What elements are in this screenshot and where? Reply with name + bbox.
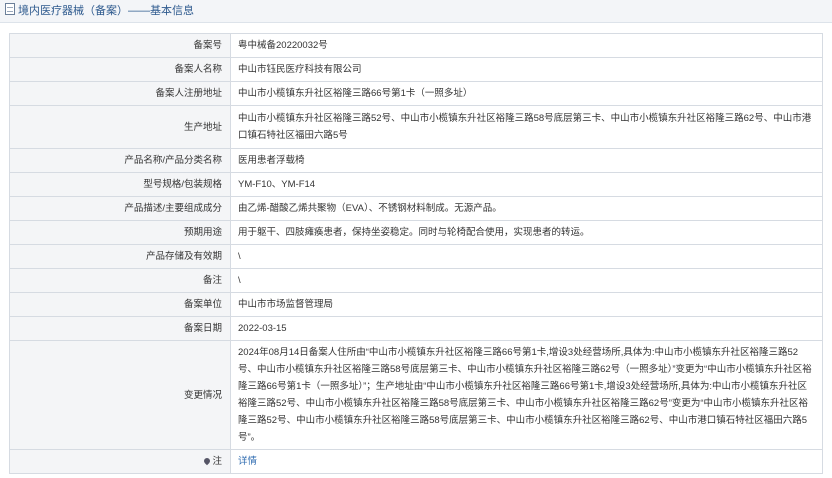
table-row-storage-validity: 产品存储及有效期 \	[9, 244, 823, 269]
table-row-model-spec: 型号规格/包装规格 YM-F10、YM-F14	[9, 172, 823, 197]
row-value: 粤中械备20220032号	[230, 33, 823, 58]
row-label: 变更情况	[9, 340, 231, 450]
row-value: \	[230, 244, 823, 269]
row-label: 备注	[9, 268, 231, 293]
table-row-description: 产品描述/主要组成成分 由乙烯-醋酸乙烯共聚物（EVA）、不锈钢材料制成。无源产…	[9, 196, 823, 221]
row-label: 备案号	[9, 33, 231, 58]
page-title: 境内医疗器械（备案）——基本信息	[18, 5, 194, 17]
row-value: 详情	[230, 449, 823, 474]
row-label: 产品存储及有效期	[9, 244, 231, 269]
row-label: 注	[9, 449, 231, 474]
row-value: 中山市小榄镇东升社区裕隆三路52号、中山市小榄镇东升社区裕隆三路58号底层第三卡…	[230, 105, 823, 149]
row-label: 生产地址	[9, 105, 231, 149]
row-value: 中山市钰民医疗科技有限公司	[230, 57, 823, 82]
row-value: 2024年08月14日备案人住所由“中山市小榄镇东升社区裕隆三路66号第1卡,增…	[230, 340, 823, 450]
table-row-product-name: 产品名称/产品分类名称 医用患者浮载椅	[9, 148, 823, 173]
row-value: \	[230, 268, 823, 293]
table-row-filing-date: 备案日期 2022-03-15	[9, 316, 823, 341]
row-label: 备案人名称	[9, 57, 231, 82]
table-row-registrant-name: 备案人名称 中山市钰民医疗科技有限公司	[9, 57, 823, 82]
row-label: 备案单位	[9, 292, 231, 317]
table-row-record-number: 备案号 粤中械备20220032号	[9, 33, 823, 58]
table-row-filing-unit: 备案单位 中山市市场监督管理局	[9, 292, 823, 317]
note-label: 注	[212, 456, 222, 467]
location-pin-icon	[203, 456, 212, 466]
row-label: 预期用途	[9, 220, 231, 245]
page-header: 境内医疗器械（备案）——基本信息	[0, 0, 832, 23]
row-value: 由乙烯-醋酸乙烯共聚物（EVA）、不锈钢材料制成。无源产品。	[230, 196, 823, 221]
info-table-container: 备案号 粤中械备20220032号 备案人名称 中山市钰民医疗科技有限公司 备案…	[9, 33, 823, 474]
row-value: 2022-03-15	[230, 316, 823, 341]
row-value: 中山市市场监督管理局	[230, 292, 823, 317]
row-label: 备案日期	[9, 316, 231, 341]
table-row-remarks: 备注 \	[9, 268, 823, 293]
table-row-production-address: 生产地址 中山市小榄镇东升社区裕隆三路52号、中山市小榄镇东升社区裕隆三路58号…	[9, 105, 823, 149]
table-row-note: 注 详情	[9, 449, 823, 474]
row-value: YM-F10、YM-F14	[230, 172, 823, 197]
table-row-registered-address: 备案人注册地址 中山市小榄镇东升社区裕隆三路66号第1卡（一照多址）	[9, 81, 823, 106]
row-label: 型号规格/包装规格	[9, 172, 231, 197]
row-value: 医用患者浮载椅	[230, 148, 823, 173]
document-icon	[5, 3, 15, 15]
info-table: 备案号 粤中械备20220032号 备案人名称 中山市钰民医疗科技有限公司 备案…	[9, 33, 823, 474]
row-value: 中山市小榄镇东升社区裕隆三路66号第1卡（一照多址）	[230, 81, 823, 106]
details-link[interactable]: 详情	[238, 456, 257, 467]
row-label: 备案人注册地址	[9, 81, 231, 106]
row-label: 产品名称/产品分类名称	[9, 148, 231, 173]
table-row-change-history: 变更情况 2024年08月14日备案人住所由“中山市小榄镇东升社区裕隆三路66号…	[9, 340, 823, 450]
row-value: 用于躯干、四肢瘫痪患者，保持坐姿稳定。同时与轮椅配合使用，实现患者的转运。	[230, 220, 823, 245]
table-row-intended-use: 预期用途 用于躯干、四肢瘫痪患者，保持坐姿稳定。同时与轮椅配合使用，实现患者的转…	[9, 220, 823, 245]
row-label: 产品描述/主要组成成分	[9, 196, 231, 221]
